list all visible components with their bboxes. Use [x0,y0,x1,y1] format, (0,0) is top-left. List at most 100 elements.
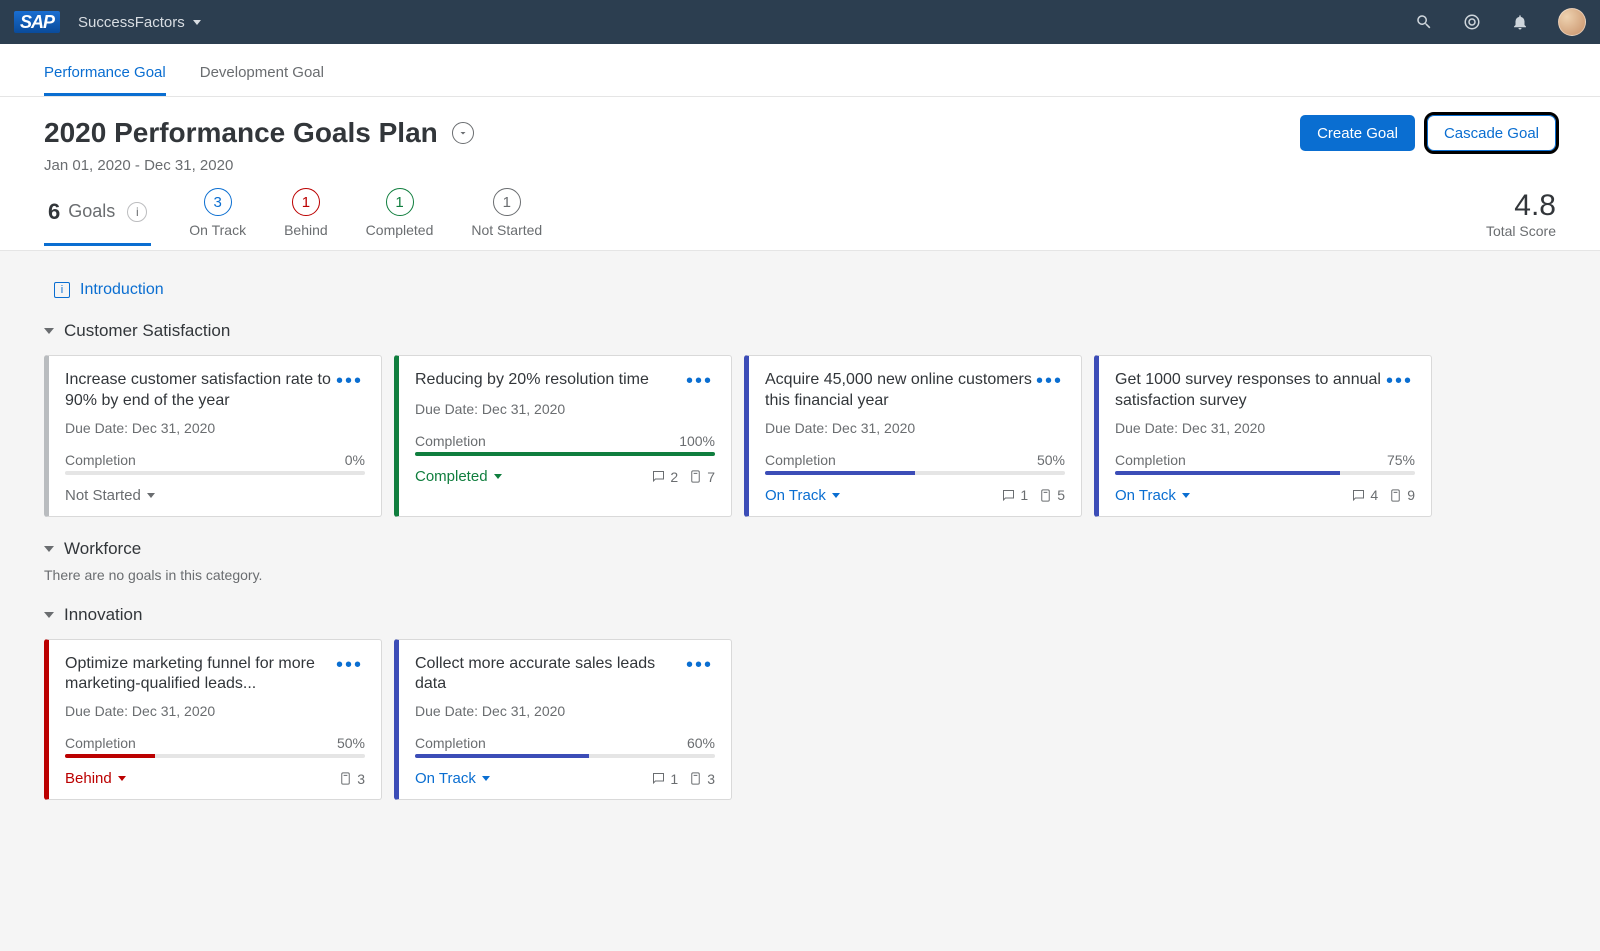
status-dropdown[interactable]: On Track [1115,487,1190,504]
attachments-counter[interactable]: 9 [1388,487,1415,503]
attachments-counter[interactable]: 5 [1038,487,1065,503]
shell-bar: SAP SuccessFactors [0,0,1600,44]
comments-counter[interactable]: 1 [651,771,678,787]
section-header-customer-satisfaction[interactable]: Customer Satisfaction [44,321,1556,341]
completion-label: Completion [65,452,136,468]
status-dropdown[interactable]: On Track [415,770,490,787]
attachments-counter[interactable]: 3 [688,771,715,787]
progress-bar [65,754,365,758]
card-menu-icon[interactable]: ••• [684,654,715,677]
completed-label: Completed [366,222,434,238]
card-row-innovation: Optimize marketing funnel for more marke… [44,639,1556,801]
goals-label: Goals [68,201,115,222]
tab-performance-goal[interactable]: Performance Goal [44,44,166,96]
chevron-down-icon [494,474,502,479]
chevron-down-icon [482,776,490,781]
goal-card[interactable]: Acquire 45,000 new online customers this… [744,355,1082,517]
score-value: 4.8 [1486,189,1556,223]
card-menu-icon[interactable]: ••• [1384,370,1415,393]
cascade-goal-button[interactable]: Cascade Goal [1427,115,1556,151]
card-menu-icon[interactable]: ••• [1034,370,1065,393]
card-menu-icon[interactable]: ••• [334,654,365,677]
completion-label: Completion [415,433,486,449]
filter-behind[interactable]: 1 Behind [284,188,328,250]
section-title: Customer Satisfaction [64,321,230,341]
completion-value: 60% [687,735,715,751]
page-header: 2020 Performance Goals Plan Create Goal … [0,97,1600,251]
completion-label: Completion [415,735,486,751]
goal-title: Collect more accurate sales leads data [415,654,684,696]
info-icon: i [54,282,70,298]
info-icon[interactable]: i [127,202,147,222]
completion-value: 50% [1037,452,1065,468]
chevron-down-icon [193,20,201,25]
filter-row: 6 Goals i 3 On Track 1 Behind 1 Complete… [44,188,1556,250]
not-started-label: Not Started [471,222,542,238]
comments-counter[interactable]: 2 [651,469,678,485]
card-menu-icon[interactable]: ••• [334,370,365,393]
tab-development-goal[interactable]: Development Goal [200,44,324,96]
shell-actions [1414,8,1586,36]
completion-label: Completion [65,735,136,751]
progress-bar [415,452,715,456]
goal-card[interactable]: Get 1000 survey responses to annual sati… [1094,355,1432,517]
goal-card[interactable]: Increase customer satisfaction rate to 9… [44,355,382,517]
progress-bar [1115,471,1415,475]
card-counters: 13 [651,771,715,787]
due-date: Due Date: Dec 31, 2020 [1115,420,1415,436]
attachments-counter[interactable]: 3 [338,771,365,787]
progress-bar [415,754,715,758]
goal-card[interactable]: Optimize marketing funnel for more marke… [44,639,382,801]
behind-count: 1 [292,188,320,216]
completion-label: Completion [1115,452,1186,468]
due-date: Due Date: Dec 31, 2020 [65,420,365,436]
completion-value: 75% [1387,452,1415,468]
goal-card[interactable]: Reducing by 20% resolution time•••Due Da… [394,355,732,517]
section-header-workforce[interactable]: Workforce [44,539,1556,559]
filter-not-started[interactable]: 1 Not Started [471,188,542,250]
due-date: Due Date: Dec 31, 2020 [415,703,715,719]
bell-icon[interactable] [1510,12,1530,32]
completion-value: 50% [337,735,365,751]
plan-options-icon[interactable] [452,122,474,144]
chevron-down-icon [832,493,840,498]
create-goal-button[interactable]: Create Goal [1300,115,1415,151]
not-started-count: 1 [493,188,521,216]
card-menu-icon[interactable]: ••• [684,370,715,393]
comments-counter[interactable]: 4 [1351,487,1378,503]
comments-counter[interactable]: 1 [1001,487,1028,503]
goals-count: 6 [48,199,60,225]
page-title: 2020 Performance Goals Plan [44,117,438,149]
filter-all-goals[interactable]: 6 Goals i [44,193,151,246]
chevron-down-icon [147,493,155,498]
completion-value: 0% [345,452,365,468]
completion-value: 100% [679,433,715,449]
status-dropdown[interactable]: Behind [65,770,126,787]
chevron-down-icon [44,612,54,618]
app-menu[interactable]: SuccessFactors [78,14,201,31]
behind-label: Behind [284,222,328,238]
chevron-down-icon [44,328,54,334]
introduction-link[interactable]: i Introduction [54,281,1556,299]
card-counters: 15 [1001,487,1065,503]
section-title: Workforce [64,539,141,559]
search-icon[interactable] [1414,12,1434,32]
content: i Introduction Customer Satisfaction Inc… [0,251,1600,842]
avatar[interactable] [1558,8,1586,36]
on-track-label: On Track [189,222,246,238]
chevron-down-icon [118,776,126,781]
copilot-icon[interactable] [1462,12,1482,32]
section-workforce: Workforce There are no goals in this cat… [44,539,1556,583]
section-header-innovation[interactable]: Innovation [44,605,1556,625]
filter-completed[interactable]: 1 Completed [366,188,434,250]
status-dropdown[interactable]: Not Started [65,487,155,504]
status-dropdown[interactable]: Completed [415,468,502,485]
filter-on-track[interactable]: 3 On Track [189,188,246,250]
goal-card[interactable]: Collect more accurate sales leads data••… [394,639,732,801]
card-row-customer-satisfaction: Increase customer satisfaction rate to 9… [44,355,1556,517]
total-score: 4.8 Total Score [1486,189,1556,249]
attachments-counter[interactable]: 7 [688,469,715,485]
on-track-count: 3 [204,188,232,216]
status-dropdown[interactable]: On Track [765,487,840,504]
card-counters: 49 [1351,487,1415,503]
